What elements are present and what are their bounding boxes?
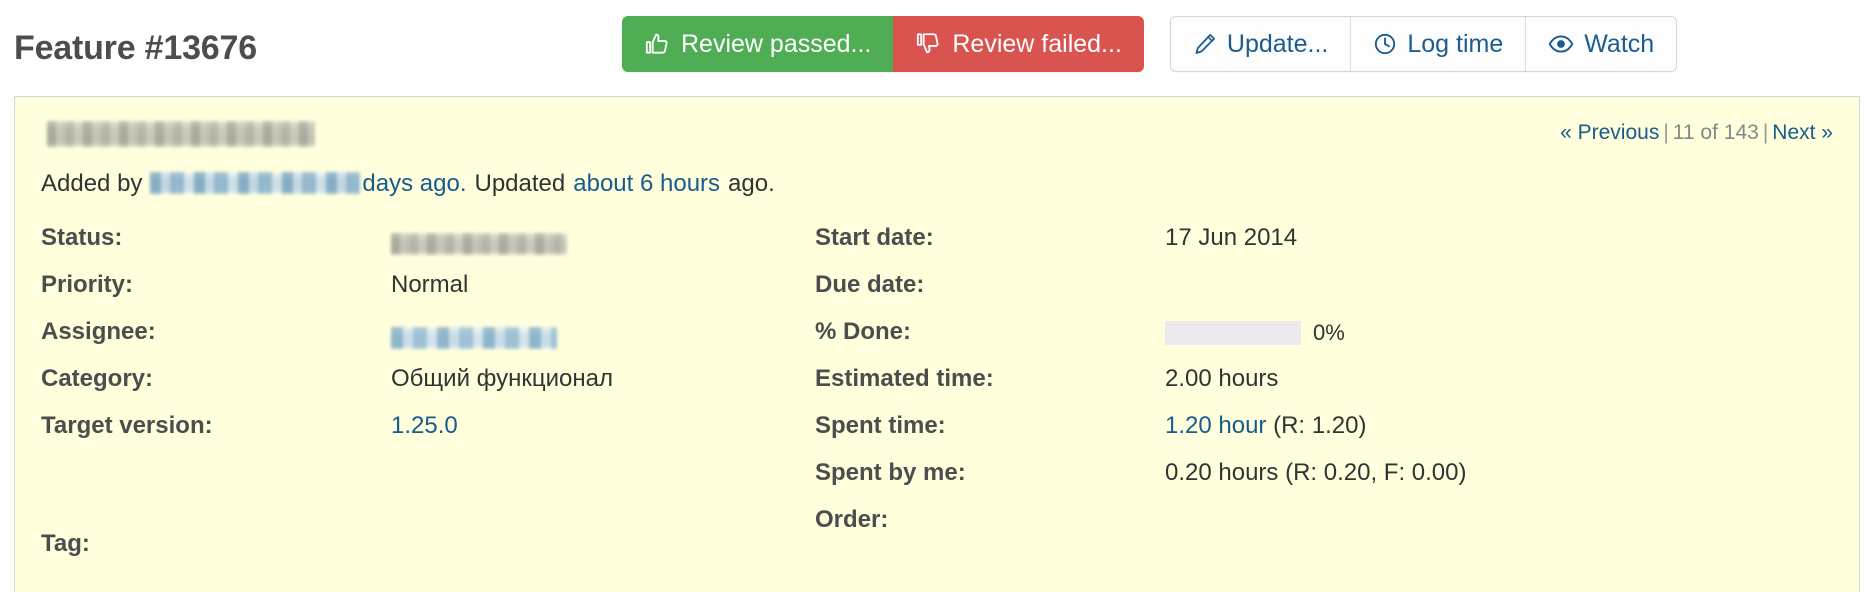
start-date-value: 17 Jun 2014 [1165,224,1298,251]
review-button-group: Review passed... Review failed... [622,16,1144,72]
clock-icon [1373,32,1397,56]
priority-label: Priority: [41,271,134,298]
attribute-row-tag: Tag: [41,530,801,577]
header-action-bar: Review passed... Review failed... Update… [622,16,1678,72]
pager-separator-right: | [1762,121,1769,144]
redacted-subject-text [47,121,315,147]
updated-ago-link[interactable]: about 6 hours [565,170,720,198]
thumbs-up-icon [644,31,670,57]
attribute-row-category: Category: Общий функционал [41,365,801,412]
category-label: Category: [41,365,154,392]
spent-by-me-value: 0.20 hours (R: 0.20, F: 0.00) [1165,459,1467,486]
status-value [391,224,567,255]
attributes-right-column: Start date: 17 Jun 2014 Due date: % Done… [815,224,1575,577]
estimated-time-label: Estimated time: [815,365,994,392]
watch-button-label: Watch [1584,29,1655,58]
log-time-button[interactable]: Log time [1350,17,1526,71]
percent-done-value: 0% [1165,318,1345,345]
previous-issue-link[interactable]: « Previous [1560,121,1659,144]
assignee-value [391,318,557,349]
attribute-row-start-date: Start date: 17 Jun 2014 [815,224,1575,271]
percent-done-progressbar [1165,321,1301,345]
updated-label: Updated [474,170,566,197]
spent-by-me-label: Spent by me: [815,459,966,486]
updated-suffix-label: ago. [728,170,775,197]
pager-separator-left: | [1663,121,1669,144]
pager-position: 11 of 143 [1672,121,1759,144]
added-by-label: Added by [41,170,143,197]
issue-pager: « Previous | 11 of 143 | Next » [1560,121,1833,145]
attribute-row-percent-done: % Done: 0% [815,318,1575,365]
watch-button[interactable]: Watch [1525,17,1677,71]
redacted-assignee-text [391,326,557,349]
status-label: Status: [41,224,123,251]
target-version-link[interactable]: 1.25.0 [391,412,458,439]
spent-time-value: 1.20 hour (R: 1.20) [1165,412,1366,440]
due-date-label: Due date: [815,271,925,298]
page-title: Feature #13676 [14,28,257,67]
review-failed-label: Review failed... [952,29,1122,58]
log-time-button-label: Log time [1407,29,1504,58]
review-failed-button[interactable]: Review failed... [893,16,1144,72]
eye-icon [1548,31,1574,57]
target-version-value: 1.25.0 [391,412,458,440]
attribute-row-empty [41,459,801,530]
review-passed-label: Review passed... [681,29,872,58]
update-button-label: Update... [1226,29,1329,58]
attribute-row-estimated-time: Estimated time: 2.00 hours [815,365,1575,412]
attributes-left-column: Status: Priority: Normal Assignee: Categ… [41,224,801,577]
priority-value: Normal [391,271,469,298]
start-date-label: Start date: [815,224,934,251]
spent-time-label: Spent time: [815,412,946,439]
target-version-label: Target version: [41,412,213,439]
issue-detail-panel: « Previous | 11 of 143 | Next » Added by day… [14,96,1860,592]
redacted-status-text [391,232,567,255]
attribute-row-order: Order: [815,506,1575,553]
estimated-time-value: 2.00 hours [1165,365,1279,392]
next-issue-link[interactable]: Next » [1772,121,1833,144]
thumbs-down-icon [915,31,941,57]
spent-time-link[interactable]: 1.20 hour [1165,412,1266,439]
attribute-row-assignee: Assignee: [41,318,801,365]
attribute-row-due-date: Due date: [815,271,1575,318]
category-value: Общий функционал [391,365,613,392]
attribute-row-priority: Priority: Normal [41,271,801,318]
redacted-author-name [150,172,361,194]
secondary-button-group: Update... Log time Watch [1169,16,1678,72]
attribute-row-spent-by-me: Spent by me: 0.20 hours (R: 0.20, F: 0.0… [815,459,1575,506]
update-button[interactable]: Update... [1170,17,1351,71]
review-passed-button[interactable]: Review passed... [622,16,894,72]
spent-time-suffix: (R: 1.20) [1266,412,1367,439]
pencil-icon [1193,32,1217,56]
page-header: Feature #13676 Review passed... Review f… [0,0,1874,96]
attribute-row-spent-time: Spent time: 1.20 hour (R: 1.20) [815,412,1575,459]
attribute-row-status: Status: [41,224,801,271]
issue-attributes: Status: Priority: Normal Assignee: Categ… [41,224,1833,577]
percent-done-label: % Done: [815,318,911,345]
order-label: Order: [815,506,889,533]
issue-author-line: Added by days ago. Updated about 6 hours… [41,169,1833,198]
tag-label: Tag: [41,530,90,557]
attribute-row-target-version: Target version: 1.25.0 [41,412,801,459]
assignee-label: Assignee: [41,318,156,345]
percent-done-text: 0% [1313,320,1345,345]
created-ago-link[interactable]: days ago. [362,170,466,198]
